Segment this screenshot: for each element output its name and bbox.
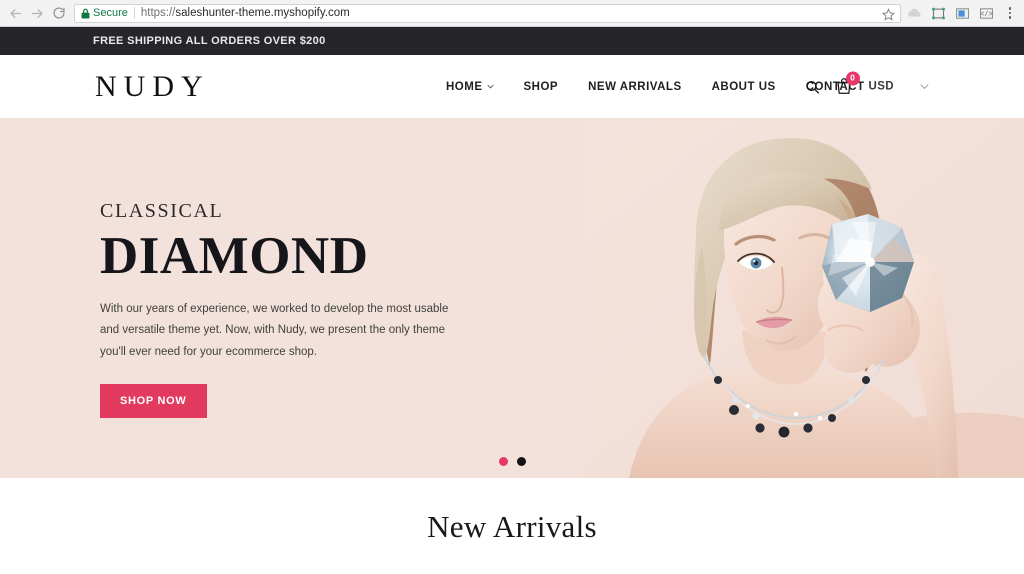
security-indicator: Secure [79,7,132,19]
hero-title: DIAMOND [100,227,369,285]
url-scheme: https:// [140,7,176,19]
chevron-down-icon [486,84,494,89]
nav-item-home-label: HOME [446,80,483,93]
security-label: Secure [93,7,128,19]
hero-paragraph: With our years of experience, we worked … [100,303,449,358]
cart-button[interactable]: 0 [836,71,860,96]
carousel-dot-1[interactable] [498,457,508,466]
code-icon[interactable]: </> [979,6,994,21]
announcement-bar: FREE SHIPPING ALL ORDERS OVER $200 [0,27,1024,55]
section-title: New Arrivals [427,509,597,544]
nav-item-about-us[interactable]: ABOUT US [712,81,776,93]
carousel-dot-2[interactable] [516,457,526,466]
carousel-dots [0,457,1024,466]
url-divider [133,7,135,19]
hero-banner: CLASSICAL DIAMOND With our years of expe… [0,118,1024,478]
nav-item-home[interactable]: HOME [446,81,494,93]
new-arrivals-section: New Arrivals [0,478,1024,574]
extension-icons: </> [907,6,1024,21]
announcement-text: FREE SHIPPING ALL ORDERS OVER $200 [93,35,326,47]
url-text: https://saleshunter-theme.myshopify.com [141,7,350,19]
nav-item-about-us-label: ABOUT US [711,80,776,93]
nav-item-shop-label: SHOP [523,80,559,93]
crop-frame-icon[interactable] [931,6,946,21]
site-logo[interactable]: NUDY [95,70,210,104]
nav-item-shop[interactable]: SHOP [524,81,559,93]
reload-icon[interactable] [48,2,70,24]
lock-icon [81,8,90,19]
search-icon[interactable] [805,79,820,94]
hero-model-illustration [584,118,1024,478]
currency-chevron-down-icon[interactable] [920,84,929,90]
star-icon[interactable] [882,7,895,21]
back-icon[interactable] [4,2,26,24]
hero-eyebrow: CLASSICAL [100,200,224,222]
svg-text:</>: </> [980,11,992,19]
hero-copy: CLASSICAL DIAMOND With our years of expe… [100,200,500,418]
nav-item-new-arrivals[interactable]: NEW ARRIVALS [588,81,682,93]
address-bar[interactable]: Secure https://saleshunter-theme.myshopi… [74,3,901,23]
url-host: saleshunter-theme.myshopify.com [175,7,350,19]
site-header: NUDY HOME SHOP NEW ARRIVALS ABOUT US CON… [0,55,1024,118]
header-tools: 0 USD [805,71,929,96]
currency-selector[interactable]: USD [869,81,894,93]
nav-item-new-arrivals-label: NEW ARRIVALS [588,80,682,93]
panel-icon[interactable] [955,6,970,21]
cloud-icon[interactable] [907,6,922,21]
browser-nav-buttons [0,2,70,24]
main-navigation: HOME SHOP NEW ARRIVALS ABOUT US CONTACT [446,81,865,93]
diamond-gem [822,214,914,312]
forward-icon[interactable] [26,2,48,24]
kebab-menu-icon[interactable] [1003,6,1017,21]
shop-now-button[interactable]: SHOP NOW [100,383,207,418]
cart-count-badge: 0 [845,71,860,85]
hero-image [584,118,1024,478]
browser-toolbar: Secure https://saleshunter-theme.myshopi… [0,0,1024,27]
